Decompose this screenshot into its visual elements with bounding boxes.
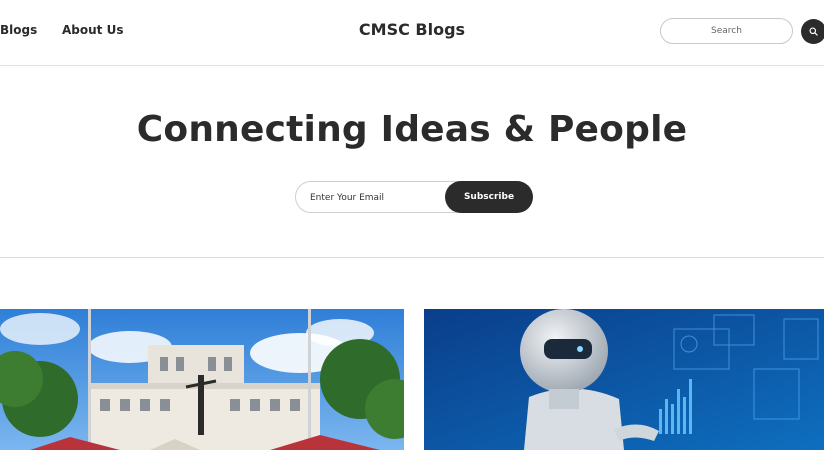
hero-section: Connecting Ideas & People Subscribe	[0, 67, 824, 258]
navbar: Blogs About Us CMSC Blogs	[0, 0, 824, 66]
ai-robot-photo[interactable]	[424, 309, 824, 450]
email-input[interactable]	[310, 189, 440, 207]
hero-title: Connecting Ideas & People	[136, 109, 688, 150]
campus-building-photo[interactable]	[0, 309, 404, 450]
search-input[interactable]	[660, 18, 793, 44]
search-button[interactable]	[801, 19, 824, 44]
blog-card-campus[interactable]	[0, 309, 404, 450]
blog-card-ai[interactable]	[424, 309, 824, 450]
subscribe-form: Subscribe	[295, 181, 533, 213]
search-icon	[809, 27, 818, 36]
subscribe-button[interactable]: Subscribe	[445, 181, 533, 213]
